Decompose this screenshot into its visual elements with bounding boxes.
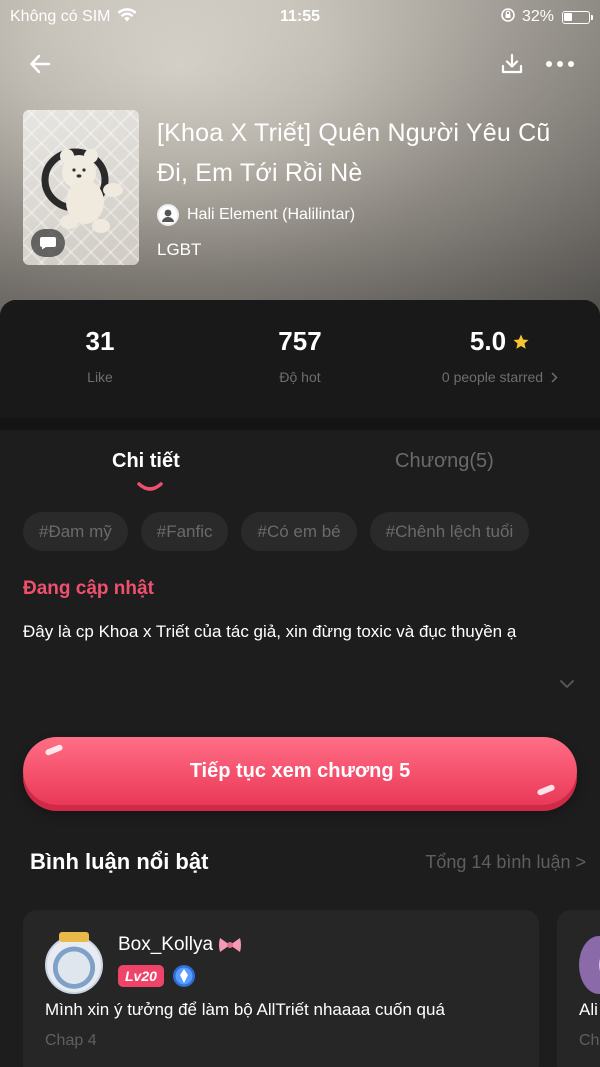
- comments-header: Bình luận nổi bật Tổng 14 bình luận >: [30, 849, 586, 879]
- likes-count: 31: [85, 326, 115, 356]
- all-comments-link[interactable]: Tổng 14 bình luận >: [425, 852, 586, 873]
- stat-rating[interactable]: 5.0 0 people starred: [420, 326, 580, 385]
- battery-percent: 32%: [521, 8, 554, 25]
- tag-chip[interactable]: #Fanfic: [140, 512, 229, 551]
- tab-bar: Chi tiết Chương(5): [0, 440, 600, 496]
- book-title: [Khoa X Triết] Quên Người Yêu Cũ Đi, Em …: [157, 119, 551, 187]
- stats-bar: 31 Like 757 Độ hot 5.0 0 people starred: [0, 300, 600, 418]
- chevron-right-icon: [551, 371, 558, 383]
- avatar[interactable]: [45, 932, 103, 994]
- download-button[interactable]: [494, 46, 530, 82]
- download-icon: [501, 53, 523, 74]
- book-cover[interactable]: [23, 110, 139, 265]
- author-avatar: [157, 204, 179, 226]
- stat-likes: 31 Like: [50, 326, 150, 385]
- book-category: LGBT: [157, 240, 202, 259]
- rating-value: 5.0: [469, 326, 507, 356]
- comments-title: Bình luận nổi bật: [30, 849, 209, 874]
- comment-chapter: Ch: [579, 1032, 600, 1049]
- comment-card[interactable]: Ali Ch: [557, 910, 600, 1067]
- comment-chapter: Chap 4: [45, 1032, 97, 1049]
- more-options-button[interactable]: [540, 46, 580, 82]
- back-arrow-icon: [30, 54, 51, 74]
- active-tab-indicator: [137, 482, 163, 491]
- avatar-frame-crown: [59, 932, 89, 942]
- tag-chip[interactable]: #Có em bé: [241, 512, 357, 551]
- author-row[interactable]: Hali Element (Halilintar): [157, 204, 355, 226]
- diamond-badge-icon: [172, 965, 195, 987]
- detail-panel: 31 Like 757 Độ hot 5.0 0 people starred: [0, 300, 600, 1067]
- expand-chevron-icon[interactable]: [556, 676, 578, 692]
- tag-chip[interactable]: #Đam mỹ: [23, 512, 128, 551]
- carrier-label: Không có SIM: [10, 8, 111, 25]
- tag-chip[interactable]: #Chênh lệch tuổi: [369, 512, 530, 551]
- rating-label: 0 people starred: [441, 369, 544, 385]
- clock: 11:55: [279, 8, 321, 25]
- hot-label: Độ hot: [279, 369, 321, 385]
- author-name: Hali Element (Halilintar): [187, 206, 356, 223]
- battery-icon: [562, 10, 593, 24]
- star-icon: [513, 334, 529, 349]
- comment-username-row: Box_Kollya: [118, 934, 243, 956]
- comment-text: Ali: [579, 1000, 598, 1019]
- bow-icon: [219, 938, 242, 952]
- hot-count: 757: [278, 326, 322, 356]
- more-dots-icon: [546, 61, 574, 67]
- top-nav: [0, 40, 600, 84]
- button-gloss: [44, 743, 64, 757]
- back-button[interactable]: [22, 46, 58, 82]
- book-description: Đây là cp Khoa x Triết của tác giả, xin …: [23, 622, 517, 641]
- update-status: Đang cập nhật: [23, 578, 154, 599]
- stat-hot: 757 Độ hot: [250, 326, 350, 385]
- wifi-icon: [117, 7, 137, 28]
- likes-label: Like: [87, 369, 113, 385]
- tab-details[interactable]: Chi tiết: [112, 450, 180, 473]
- continue-reading-button[interactable]: Tiếp tục xem chương 5: [23, 737, 577, 805]
- chat-badge: [31, 229, 65, 257]
- section-divider: [0, 418, 600, 430]
- status-bar: Không có SIM 11:55 32%: [0, 0, 600, 34]
- continue-reading-label: Tiếp tục xem chương 5: [189, 759, 411, 782]
- user-badges: Lv20: [118, 964, 196, 988]
- avatar[interactable]: [579, 936, 600, 994]
- tab-chapters[interactable]: Chương(5): [395, 450, 494, 473]
- tag-list: #Đam mỹ #Fanfic #Có em bé #Chênh lệch tu…: [23, 512, 530, 551]
- chat-bubble-icon: [40, 237, 56, 250]
- comment-card[interactable]: Box_Kollya Lv20 Mình xin ý tưởng để làm …: [23, 910, 539, 1067]
- comment-text: Mình xin ý tưởng để làm bộ AllTriết nhaa…: [45, 1000, 445, 1019]
- comment-username[interactable]: Box_Kollya: [118, 934, 213, 956]
- level-badge: Lv20: [118, 965, 164, 987]
- button-gloss: [536, 783, 556, 797]
- rotation-lock-icon: [500, 7, 516, 28]
